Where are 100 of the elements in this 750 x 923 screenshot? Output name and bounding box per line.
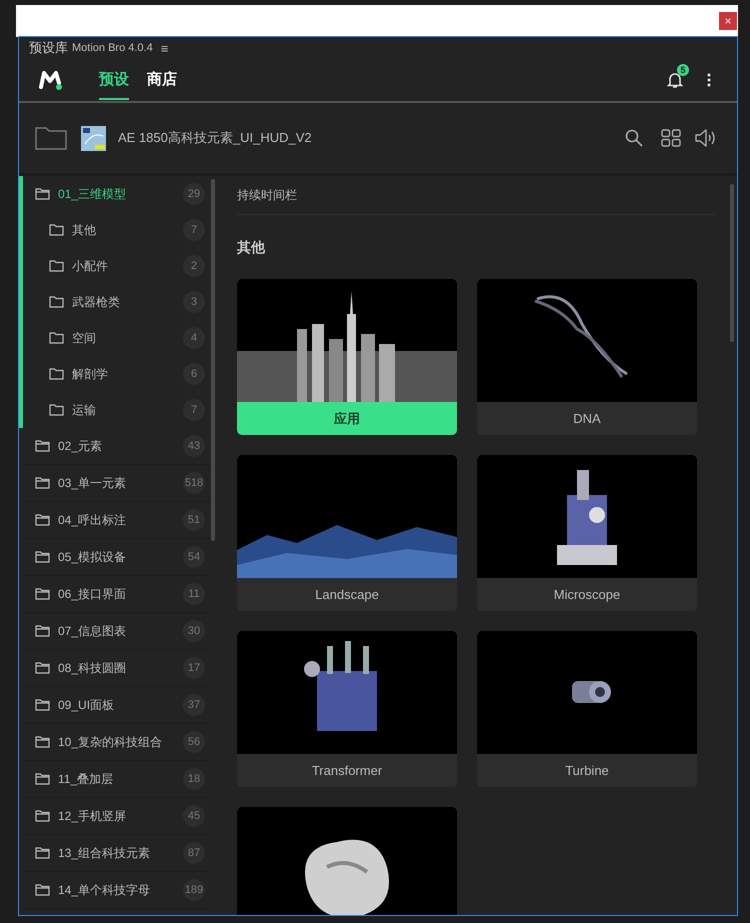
category-item[interactable]: 03_单一元素 518: [23, 465, 209, 502]
count-badge: 18: [183, 768, 205, 790]
tab[interactable]: 预设: [99, 60, 129, 100]
folder-icon: [49, 296, 64, 308]
folder-icon: [35, 662, 50, 674]
folder-icon: [35, 514, 50, 526]
grid-view-icon[interactable]: [661, 129, 681, 147]
category-item[interactable]: 11_叠加层 18: [23, 761, 209, 798]
category-label: 解剖学: [72, 366, 109, 382]
count-badge: 45: [183, 805, 205, 827]
folder-icon: [35, 773, 50, 785]
category-item[interactable]: 02_元素 43: [23, 428, 209, 465]
category-item[interactable]: 09_UI面板 37: [23, 687, 209, 724]
speaker-icon[interactable]: [695, 129, 717, 147]
category-item[interactable]: 08_科技圆圈 17: [23, 650, 209, 687]
subcategory-item[interactable]: 武器枪类 3: [23, 284, 209, 320]
category-label: 小配件: [72, 258, 109, 274]
category-label: 03_单一元素: [58, 474, 128, 492]
subcategory-item[interactable]: 其他 7: [23, 212, 209, 248]
category-item[interactable]: 07_信息图表 30: [23, 613, 209, 650]
tab[interactable]: 商店: [147, 60, 177, 100]
pack-thumbnail-icon: [81, 126, 106, 150]
count-badge: 6: [183, 363, 205, 385]
category-item[interactable]: 14_单个科技字母 189: [23, 872, 209, 909]
search-icon[interactable]: [625, 129, 643, 147]
folder-icon: [49, 368, 64, 380]
category-item[interactable]: 12_手机竖屏 45: [23, 798, 209, 835]
menu-button[interactable]: ≡: [156, 40, 172, 56]
category-label: 12_手机竖屏: [58, 808, 128, 824]
folder-icon: [35, 440, 50, 452]
scrollbar[interactable]: [211, 179, 215, 541]
category-label: 04_呼出标注: [58, 512, 128, 528]
section-title: 持续时间栏: [237, 176, 717, 215]
count-badge: 7: [183, 399, 205, 421]
category-item[interactable]: 01_三维模型 29: [23, 176, 209, 212]
count-badge: 29: [183, 183, 205, 205]
count-badge: 30: [183, 620, 205, 642]
category-label: 运输: [72, 402, 97, 418]
count-badge: 4: [183, 327, 205, 349]
count-badge: 54: [183, 546, 205, 568]
category-label: 05_模拟设备: [58, 548, 128, 566]
count-badge: 7: [183, 219, 205, 241]
preset-label[interactable]: 应用: [237, 402, 457, 435]
count-badge: 518: [183, 472, 205, 494]
logo-icon: [39, 70, 63, 90]
count-badge: 51: [183, 509, 205, 531]
category-label: 07_信息图表: [58, 622, 128, 640]
count-badge: 11: [183, 583, 205, 605]
count-badge: 37: [183, 694, 205, 716]
count-badge: 17: [183, 657, 205, 679]
folder-icon: [35, 736, 50, 748]
folder-icon: [35, 625, 50, 637]
folder-icon: [35, 188, 50, 200]
category-label: 02_元素: [58, 438, 104, 454]
category-label: 14_单个科技字母: [58, 882, 152, 898]
folder-icon: [49, 260, 64, 272]
category-item[interactable]: 05_模拟设备 54: [23, 539, 209, 576]
subcategory-item[interactable]: 空间 4: [23, 320, 209, 356]
category-item[interactable]: 06_接口界面 11: [23, 576, 209, 613]
count-badge: 3: [183, 291, 205, 313]
count-badge: 189: [183, 879, 205, 901]
app-version: Motion Bro 4.0.4: [72, 42, 153, 54]
close-button[interactable]: ×: [719, 12, 737, 30]
count-badge: 2: [183, 255, 205, 277]
category-label: 其他: [72, 222, 97, 238]
pack-title: AE 1850高科技元素_UI_HUD_V2: [118, 129, 312, 147]
category-label: 01_三维模型: [58, 186, 128, 202]
notification-badge: 5: [677, 64, 689, 76]
more-icon[interactable]: [707, 73, 711, 87]
count-badge: 56: [183, 731, 205, 753]
folder-icon: [49, 332, 64, 344]
folder-icon: [35, 884, 50, 896]
subcategory-item[interactable]: 小配件 2: [23, 248, 209, 284]
folder-icon: [49, 224, 64, 236]
subcategory-item[interactable]: 解剖学 6: [23, 356, 209, 392]
group-title: 其他: [237, 238, 266, 257]
category-item[interactable]: 10_复杂的科技组合 56: [23, 724, 209, 761]
count-badge: 43: [183, 435, 205, 457]
category-item[interactable]: 13_组合科技元素 87: [23, 835, 209, 872]
count-badge: 87: [183, 842, 205, 864]
category-label: 13_组合科技元素: [58, 844, 152, 862]
bell-icon[interactable]: [667, 71, 683, 89]
category-label: 06_接口界面: [58, 586, 128, 602]
folder-icon: [35, 551, 50, 563]
folder-icon[interactable]: [35, 126, 67, 150]
subcategory-item[interactable]: 运输 7: [23, 392, 209, 428]
category-label: 武器枪类: [72, 294, 121, 310]
category-item[interactable]: 04_呼出标注 51: [23, 502, 209, 539]
folder-icon: [35, 477, 50, 489]
folder-icon: [35, 810, 50, 822]
category-label: 11_叠加层: [58, 770, 114, 788]
scrollbar[interactable]: [730, 184, 734, 342]
category-label: 空间: [72, 330, 97, 346]
folder-icon: [49, 404, 64, 416]
category-label: 10_复杂的科技组合: [58, 734, 164, 750]
folder-icon: [35, 699, 50, 711]
category-label: 08_科技圆圈: [58, 660, 128, 676]
category-label: 09_UI面板: [58, 696, 116, 714]
folder-icon: [35, 588, 50, 600]
folder-icon: [35, 847, 50, 859]
